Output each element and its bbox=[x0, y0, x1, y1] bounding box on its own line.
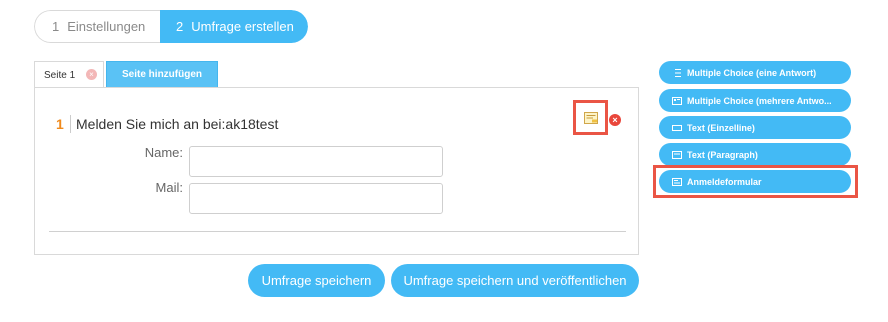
save-publish-button[interactable]: Umfrage speichern und veröffentlichen bbox=[391, 264, 639, 297]
question-number: 1 bbox=[56, 116, 64, 132]
palette-item-text-paragraph[interactable]: Text (Paragraph) bbox=[659, 143, 851, 166]
palette-item-multiple-choice-single[interactable]: Multiple Choice (eine Antwort) bbox=[659, 61, 851, 84]
step-number: 2 bbox=[176, 19, 184, 34]
save-survey-button[interactable]: Umfrage speichern bbox=[248, 264, 385, 297]
mail-field[interactable] bbox=[189, 183, 443, 214]
palette-item-label: Text (Einzelline) bbox=[687, 122, 755, 133]
tab-close-icon[interactable]: × bbox=[86, 69, 97, 80]
palette-item-text-single-line[interactable]: Text (Einzelline) bbox=[659, 116, 851, 139]
tab-page-1[interactable]: Seite 1 × bbox=[34, 61, 104, 88]
step-label: Umfrage erstellen bbox=[191, 19, 294, 34]
question-panel: 1 Melden Sie mich an bei:ak18test Name: … bbox=[34, 87, 639, 255]
edit-icon bbox=[583, 111, 598, 124]
edit-question-button[interactable] bbox=[573, 100, 608, 135]
step-create-survey[interactable]: 2 Umfrage erstellen bbox=[160, 10, 308, 43]
delete-question-icon[interactable]: × bbox=[609, 114, 621, 126]
question-separator bbox=[70, 115, 71, 133]
wizard-stepper: 1 Einstellungen 2 Umfrage erstellen bbox=[34, 10, 308, 43]
divider bbox=[49, 231, 626, 232]
palette-item-label: Text (Paragraph) bbox=[687, 149, 758, 160]
add-page-button[interactable]: Seite hinzufügen bbox=[106, 61, 218, 88]
tab-label: Seite 1 bbox=[44, 69, 76, 81]
paragraph-text-icon bbox=[672, 150, 682, 159]
step-label: Einstellungen bbox=[67, 19, 146, 34]
mail-label: Mail: bbox=[155, 180, 183, 195]
list-icon bbox=[675, 68, 681, 77]
single-line-text-icon bbox=[672, 124, 682, 131]
step-number: 1 bbox=[52, 19, 60, 34]
question-title: Melden Sie mich an bei:ak18test bbox=[76, 116, 279, 132]
checkbox-list-icon bbox=[672, 96, 682, 105]
name-field[interactable] bbox=[189, 146, 443, 177]
palette-item-label: Multiple Choice (mehrere Antwo... bbox=[687, 95, 832, 106]
palette-item-multiple-choice-multi[interactable]: Multiple Choice (mehrere Antwo... bbox=[659, 89, 851, 112]
highlight-box bbox=[653, 165, 858, 198]
name-label: Name: bbox=[144, 145, 183, 160]
step-settings[interactable]: 1 Einstellungen bbox=[34, 10, 160, 43]
palette-item-label: Multiple Choice (eine Antwort) bbox=[687, 67, 817, 78]
